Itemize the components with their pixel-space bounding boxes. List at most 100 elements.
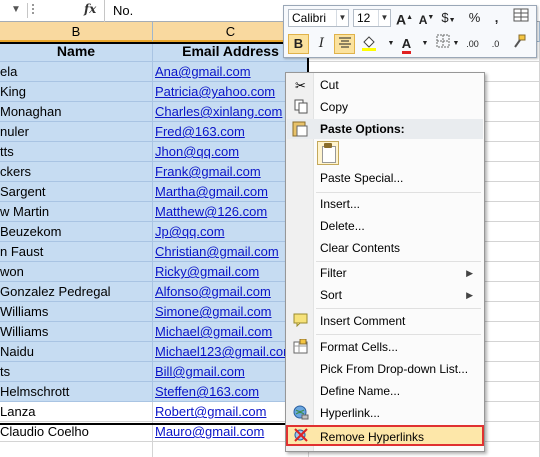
email-hyperlink[interactable]: Steffen@163.com bbox=[155, 384, 259, 399]
chevron-down-icon[interactable]: ▼ bbox=[336, 10, 348, 26]
formula-bar-divider bbox=[27, 3, 28, 18]
menu-item-delete-label: Delete... bbox=[320, 219, 365, 233]
email-hyperlink[interactable]: Ricky@gmail.com bbox=[155, 264, 259, 279]
menu-item-clear-contents[interactable]: Clear Contents bbox=[287, 238, 483, 259]
menu-item-delete[interactable]: Delete... bbox=[287, 216, 483, 237]
name-cell[interactable]: Claudio Coelho bbox=[0, 422, 153, 442]
email-hyperlink[interactable]: Bill@gmail.com bbox=[155, 364, 245, 379]
email-hyperlink[interactable]: Martha@gmail.com bbox=[155, 184, 268, 199]
menu-item-hyperlink[interactable]: Hyperlink... bbox=[287, 403, 483, 424]
fill-color-icon[interactable] bbox=[358, 34, 379, 54]
email-hyperlink[interactable]: Simone@gmail.com bbox=[155, 304, 272, 319]
email-hyperlink[interactable]: Jhon@qq.com bbox=[155, 144, 239, 159]
email-hyperlink[interactable]: Charles@xinlang.com bbox=[155, 104, 282, 119]
menu-item-pick-from-list[interactable]: Pick From Drop-down List... bbox=[287, 359, 483, 380]
menu-item-format-cells[interactable]: Format Cells... bbox=[287, 337, 483, 358]
italic-button[interactable]: I bbox=[311, 34, 332, 54]
menu-item-insert-comment[interactable]: Insert Comment bbox=[287, 311, 483, 332]
context-menu: ✂ Cut Copy Paste Options: Paste Special.… bbox=[285, 72, 485, 452]
name-cell[interactable]: Williams bbox=[0, 302, 153, 322]
paste-options-header: Paste Options: bbox=[287, 119, 483, 139]
email-hyperlink[interactable]: Robert@gmail.com bbox=[155, 404, 266, 419]
name-cell[interactable]: ckers bbox=[0, 162, 153, 182]
email-hyperlink[interactable]: Michael123@gmail.com bbox=[155, 344, 294, 359]
menu-item-cut-label: Cut bbox=[320, 78, 339, 92]
copy-icon bbox=[292, 99, 309, 116]
comma-style-button[interactable]: , bbox=[486, 8, 507, 28]
remove-hyperlink-icon bbox=[292, 427, 309, 444]
email-hyperlink[interactable]: Fred@163.com bbox=[155, 124, 245, 139]
name-cell[interactable] bbox=[0, 442, 153, 457]
name-cell[interactable]: Sargent bbox=[0, 182, 153, 202]
name-cell[interactable]: ela bbox=[0, 62, 153, 82]
email-hyperlink[interactable]: Christian@gmail.com bbox=[155, 244, 279, 259]
name-cell[interactable]: Naidu bbox=[0, 342, 153, 362]
menu-item-sort[interactable]: Sort ▶ bbox=[287, 285, 483, 306]
name-cell[interactable]: Beuzekom bbox=[0, 222, 153, 242]
percent-style-button[interactable]: % bbox=[464, 8, 485, 28]
menu-separator bbox=[316, 334, 481, 335]
menu-item-remove-hyperlinks[interactable]: Remove Hyperlinks bbox=[286, 425, 484, 446]
increase-decimal-icon[interactable]: .00 bbox=[462, 34, 483, 54]
paste-option-clipboard-icon[interactable] bbox=[317, 141, 339, 165]
menu-item-insert[interactable]: Insert... bbox=[287, 194, 483, 215]
font-name-value: Calibri bbox=[292, 11, 327, 25]
chevron-down-icon[interactable]: ▼ bbox=[418, 34, 432, 54]
menu-item-remove-hyperlinks-label: Remove Hyperlinks bbox=[320, 430, 425, 444]
name-cell[interactable]: Gonzalez Pedregal bbox=[0, 282, 153, 302]
name-cell[interactable]: ts bbox=[0, 362, 153, 382]
menu-item-filter[interactable]: Filter ▶ bbox=[287, 263, 483, 284]
menu-item-paste-special-label: Paste Special... bbox=[320, 171, 404, 185]
name-cell[interactable]: nuler bbox=[0, 122, 153, 142]
name-cell[interactable]: n Faust bbox=[0, 242, 153, 262]
name-cell[interactable]: Helmschrott bbox=[0, 382, 153, 402]
submenu-arrow-icon: ▶ bbox=[466, 290, 473, 300]
name-cell[interactable]: tts bbox=[0, 142, 153, 162]
insert-function-icon[interactable]: fx bbox=[84, 2, 96, 16]
formula-content[interactable]: No. bbox=[113, 3, 133, 18]
font-color-button[interactable]: A bbox=[396, 34, 417, 54]
name-cell[interactable]: won bbox=[0, 262, 153, 282]
bold-button[interactable]: B bbox=[288, 34, 309, 54]
name-cell[interactable]: Williams bbox=[0, 322, 153, 342]
name-header-cell[interactable]: Name bbox=[0, 42, 153, 62]
format-painter-grid-icon[interactable] bbox=[510, 8, 531, 28]
formula-bar-divider-2 bbox=[104, 0, 105, 22]
shrink-font-button[interactable]: A▼ bbox=[416, 8, 437, 28]
name-cell[interactable]: Monaghan bbox=[0, 102, 153, 122]
grow-font-button[interactable]: A▲ bbox=[394, 8, 415, 28]
email-hyperlink[interactable]: Michael@gmail.com bbox=[155, 324, 272, 339]
submenu-arrow-icon: ▶ bbox=[466, 268, 473, 278]
menu-separator bbox=[316, 192, 481, 193]
font-name-combo[interactable]: Calibri ▼ bbox=[288, 9, 349, 27]
decrease-decimal-icon[interactable]: .0 bbox=[485, 34, 506, 54]
email-hyperlink[interactable]: Ana@gmail.com bbox=[155, 64, 251, 79]
currency-format-button[interactable]: $▼ bbox=[438, 8, 459, 28]
menu-item-sort-label: Sort bbox=[320, 288, 343, 302]
menu-item-copy[interactable]: Copy bbox=[287, 97, 483, 118]
email-hyperlink[interactable]: Alfonso@gmail.com bbox=[155, 284, 271, 299]
name-box-dropdown-icon[interactable]: ▼ bbox=[8, 2, 24, 18]
chevron-down-icon[interactable]: ▼ bbox=[450, 34, 462, 54]
email-hyperlink[interactable]: Frank@gmail.com bbox=[155, 164, 261, 179]
email-hyperlink[interactable]: Jp@qq.com bbox=[155, 224, 225, 239]
menu-item-paste-special[interactable]: Paste Special... bbox=[287, 168, 483, 189]
name-cell[interactable]: Lanza bbox=[0, 402, 153, 422]
menu-item-cut[interactable]: ✂ Cut bbox=[287, 75, 483, 96]
globe-link-icon bbox=[292, 405, 309, 422]
resize-handle[interactable] bbox=[32, 4, 36, 18]
name-cell[interactable]: King bbox=[0, 82, 153, 102]
email-hyperlink[interactable]: Matthew@126.com bbox=[155, 204, 267, 219]
menu-item-define-name[interactable]: Define Name... bbox=[287, 381, 483, 402]
menu-item-filter-label: Filter bbox=[320, 266, 347, 280]
email-hyperlink[interactable]: Mauro@gmail.com bbox=[155, 424, 264, 439]
column-header-b[interactable]: B bbox=[0, 22, 153, 42]
chevron-down-icon[interactable]: ▼ bbox=[378, 10, 390, 26]
center-align-button[interactable] bbox=[334, 34, 355, 54]
menu-item-insert-label: Insert... bbox=[320, 197, 361, 211]
email-hyperlink[interactable]: Patricia@yahoo.com bbox=[155, 84, 275, 99]
name-cell[interactable]: w Martin bbox=[0, 202, 153, 222]
format-painter-icon[interactable] bbox=[508, 34, 529, 54]
font-size-combo[interactable]: 12 ▼ bbox=[353, 9, 391, 27]
menu-separator bbox=[316, 261, 481, 262]
